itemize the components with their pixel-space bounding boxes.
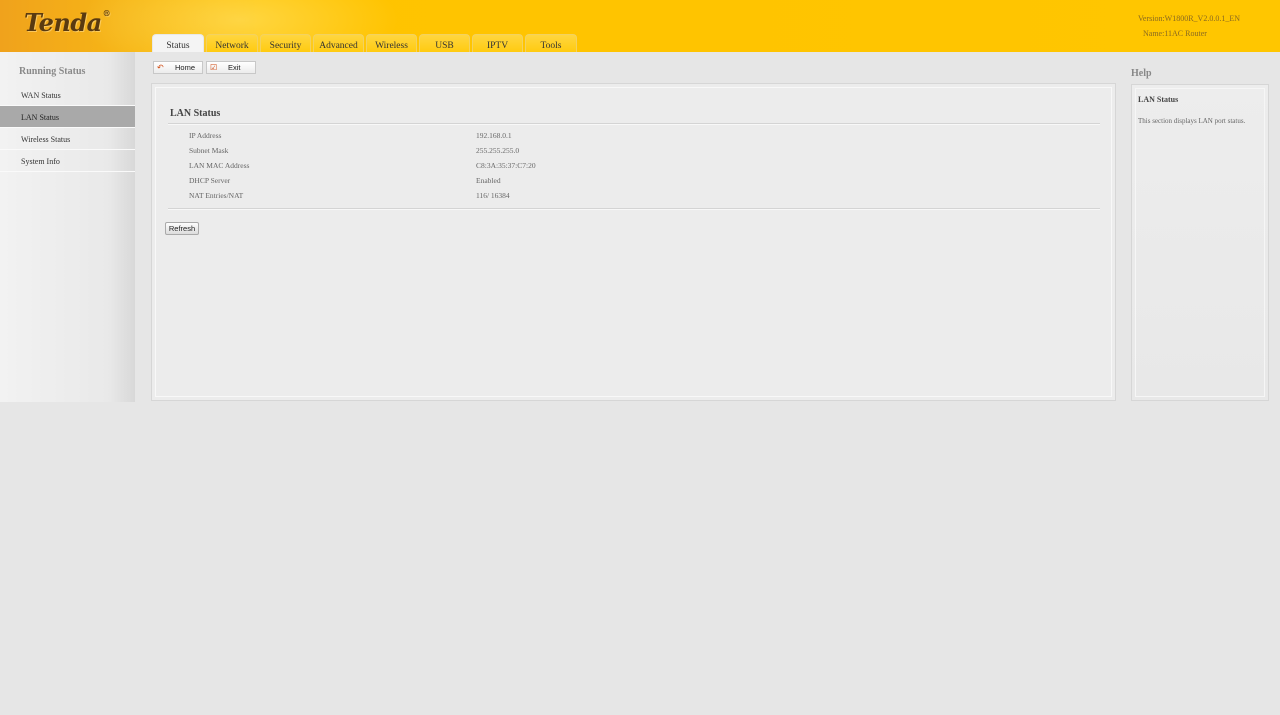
exit-button-label: Exit — [228, 63, 241, 72]
tab-network[interactable]: Network — [206, 34, 258, 52]
help-heading: LAN Status — [1138, 95, 1179, 104]
tab-wireless[interactable]: Wireless — [366, 34, 417, 52]
sidebar-item-lan-status[interactable]: LAN Status — [0, 106, 135, 128]
home-button[interactable]: ↶ Home — [153, 61, 203, 74]
info-row-nat-entries: NAT Entries/NAT 116/ 16384 — [189, 191, 1089, 206]
row-value: C8:3A:35:37:C7:20 — [476, 161, 536, 170]
tab-iptv[interactable]: IPTV — [472, 34, 523, 52]
sidebar-menu: WAN Status LAN Status Wireless Status Sy… — [0, 84, 135, 172]
help-text: This section displays LAN port status. — [1138, 117, 1246, 125]
row-value: Enabled — [476, 176, 501, 185]
main-panel: LAN Status IP Address 192.168.0.1 Subnet… — [151, 83, 1116, 401]
sidebar-item-system-info[interactable]: System Info — [0, 150, 135, 172]
device-info: Version:W1800R_V2.0.0.1_EN Name:11AC Rou… — [1138, 11, 1240, 41]
row-value: 255.255.255.0 — [476, 146, 520, 155]
logo-registered-mark: ® — [102, 8, 111, 18]
page-title: LAN Status — [170, 108, 221, 119]
help-panel: LAN Status This section displays LAN por… — [1131, 84, 1269, 401]
firmware-version: Version:W1800R_V2.0.0.1_EN — [1138, 14, 1240, 23]
tab-security[interactable]: Security — [260, 34, 311, 52]
logo-text: Tenda — [24, 8, 102, 37]
row-label: LAN MAC Address — [189, 161, 250, 170]
device-name: Name:11AC Router — [1143, 29, 1207, 38]
tab-advanced[interactable]: Advanced — [313, 34, 364, 52]
tenda-logo: Tenda® — [24, 8, 111, 37]
help-panel-inner: LAN Status This section displays LAN por… — [1135, 88, 1265, 397]
tab-tools[interactable]: Tools — [525, 34, 577, 52]
exit-icon: ☑ — [210, 63, 218, 72]
sidebar-item-wireless-status[interactable]: Wireless Status — [0, 128, 135, 150]
info-row-subnet-mask: Subnet Mask 255.255.255.0 — [189, 146, 1089, 161]
refresh-button[interactable]: Refresh — [165, 222, 199, 235]
row-label: IP Address — [189, 131, 222, 140]
table-divider — [168, 208, 1100, 210]
sidebar-item-wan-status[interactable]: WAN Status — [0, 84, 135, 106]
main-panel-inner: LAN Status IP Address 192.168.0.1 Subnet… — [155, 87, 1112, 397]
title-divider — [168, 123, 1100, 125]
home-arrow-icon: ↶ — [157, 63, 164, 72]
tab-status[interactable]: Status — [152, 34, 204, 52]
row-value: 116/ 16384 — [476, 191, 510, 200]
top-header: Tenda® Version:W1800R_V2.0.0.1_EN Name:1… — [0, 0, 1280, 52]
main-nav-tabs: Status Network Security Advanced Wireles… — [152, 34, 579, 52]
row-label: DHCP Server — [189, 176, 231, 185]
sidebar-title: Running Status — [19, 66, 86, 77]
help-title: Help — [1131, 68, 1152, 79]
tab-usb[interactable]: USB — [419, 34, 470, 52]
info-row-lan-mac: LAN MAC Address C8:3A:35:37:C7:20 — [189, 161, 1089, 176]
info-row-dhcp-server: DHCP Server Enabled — [189, 176, 1089, 191]
left-sidebar: Running Status WAN Status LAN Status Wir… — [0, 52, 135, 402]
row-label: Subnet Mask — [189, 146, 229, 155]
home-button-label: Home — [175, 63, 196, 72]
exit-button[interactable]: ☑ Exit — [206, 61, 256, 74]
row-label: NAT Entries/NAT — [189, 191, 244, 200]
info-row-ip-address: IP Address 192.168.0.1 — [189, 131, 1089, 146]
row-value: 192.168.0.1 — [476, 131, 512, 140]
